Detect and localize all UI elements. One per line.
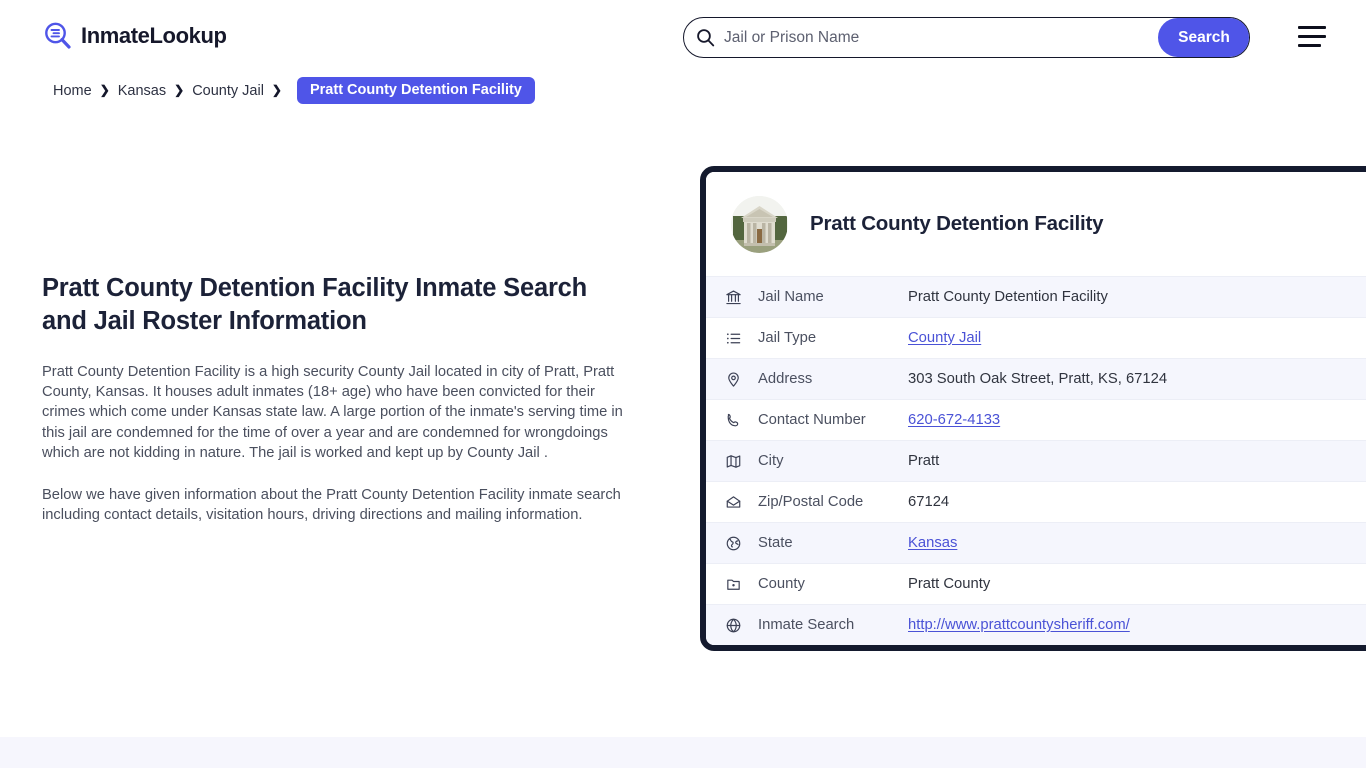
- globe-icon: [725, 616, 747, 634]
- list-icon: [725, 329, 747, 347]
- facility-card-header: Pratt County Detention Facility: [706, 172, 1366, 276]
- table-row: Address 303 South Oak Street, Pratt, KS,…: [706, 358, 1366, 399]
- hamburger-menu-icon[interactable]: [1298, 26, 1326, 47]
- globe-americas-icon: [725, 534, 747, 552]
- chevron-right-icon: ❯: [99, 82, 110, 97]
- phone-icon: [725, 411, 747, 429]
- footer-band: [0, 737, 1366, 768]
- chevron-right-icon: ❯: [174, 82, 185, 97]
- county-icon: [725, 575, 747, 593]
- envelope-icon: [725, 493, 747, 511]
- row-label: Contact Number: [758, 412, 866, 428]
- map-icon: [725, 452, 747, 470]
- site-logo[interactable]: InmateLookup: [42, 20, 227, 52]
- row-value: Pratt: [908, 453, 940, 469]
- map-pin-icon: [725, 370, 747, 388]
- hamburger-bar: [1298, 35, 1326, 38]
- magnifier-list-icon: [42, 20, 74, 52]
- table-row: Contact Number 620-672-4133: [706, 399, 1366, 440]
- row-label: Jail Type: [758, 330, 817, 346]
- facility-info-card: Pratt County Detention Facility Jail Nam…: [700, 166, 1366, 651]
- table-row: Jail Name Pratt County Detention Facilit…: [706, 276, 1366, 317]
- row-value: 303 South Oak Street, Pratt, KS, 67124: [908, 371, 1168, 387]
- row-value: 67124: [908, 494, 950, 510]
- breadcrumb: Home ❯ Kansas ❯ County Jail ❯ Pratt Coun…: [53, 77, 535, 104]
- table-row: Jail Type County Jail: [706, 317, 1366, 358]
- logo-text: InmateLookup: [81, 23, 227, 48]
- hamburger-bar: [1298, 26, 1326, 29]
- main-content-column: Pratt County Detention Facility Inmate S…: [42, 272, 642, 525]
- row-value-link[interactable]: Kansas: [908, 535, 1366, 551]
- row-label: City: [758, 453, 784, 469]
- row-label: Jail Name: [758, 289, 824, 305]
- search-bar[interactable]: Search: [683, 17, 1250, 58]
- row-value: Pratt County: [908, 576, 991, 592]
- row-value-link[interactable]: http://www.prattcountysheriff.com/: [908, 617, 1366, 633]
- breadcrumb-current-page: Pratt County Detention Facility: [296, 77, 535, 104]
- facility-card-title: Pratt County Detention Facility: [810, 212, 1104, 235]
- row-label: Address: [758, 371, 813, 387]
- row-label: County: [758, 576, 805, 592]
- chevron-right-icon: ❯: [271, 82, 282, 97]
- row-value: Pratt County Detention Facility: [908, 289, 1108, 305]
- row-label: State: [758, 535, 793, 551]
- row-label: Zip/Postal Code: [758, 494, 864, 510]
- breadcrumb-item-home[interactable]: Home: [53, 83, 92, 99]
- search-icon: [696, 28, 715, 47]
- bank-icon: [725, 288, 747, 306]
- table-row: City Pratt: [706, 440, 1366, 481]
- hamburger-bar: [1298, 44, 1321, 47]
- site-header: InmateLookup Search: [0, 0, 1366, 74]
- table-row: Inmate Search http://www.prattcountysher…: [706, 604, 1366, 645]
- search-button[interactable]: Search: [1158, 18, 1249, 57]
- intro-paragraph: Pratt County Detention Facility is a hig…: [42, 364, 623, 461]
- courthouse-photo-avatar: [731, 195, 788, 253]
- search-input[interactable]: [715, 18, 1158, 57]
- row-value-link[interactable]: County Jail: [908, 330, 1366, 346]
- breadcrumb-item-county-jail[interactable]: County Jail: [192, 83, 264, 99]
- row-value-link[interactable]: 620-672-4133: [908, 412, 1366, 428]
- table-row: County Pratt County: [706, 563, 1366, 604]
- breadcrumb-item-kansas[interactable]: Kansas: [118, 83, 166, 99]
- table-row: State Kansas: [706, 522, 1366, 563]
- secondary-paragraph: Below we have given information about th…: [42, 487, 621, 524]
- table-row: Zip/Postal Code 67124: [706, 481, 1366, 522]
- page-title: Pratt County Detention Facility Inmate S…: [42, 274, 588, 335]
- row-label: Inmate Search: [758, 617, 855, 633]
